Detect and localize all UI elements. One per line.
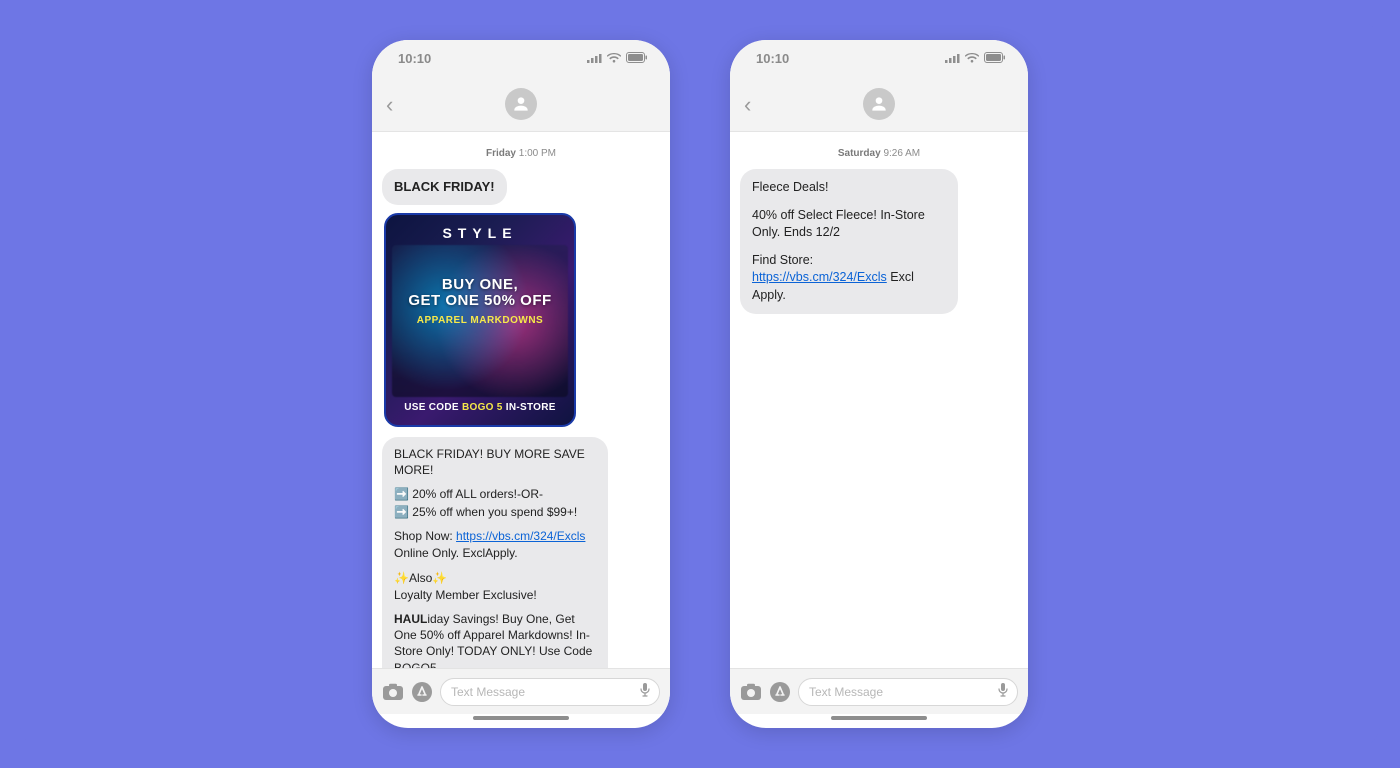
text-line: Online Only. ExclApply. (394, 545, 596, 561)
phone-left: 10:10 ‹ Friday 1:00 PM BLACK FRIDAY! STY… (372, 40, 670, 728)
promo-code-line: USE CODE BOGO 5 IN-STORE (386, 402, 574, 413)
app-store-icon[interactable] (412, 682, 432, 702)
microphone-icon[interactable] (997, 682, 1009, 701)
promo-subhead: APPAREL MARKDOWNS (386, 315, 574, 326)
timestamp: Saturday 9:26 AM (740, 148, 1018, 159)
home-indicator (372, 714, 670, 728)
promo-headline: BUY ONE, GET ONE 50% OFF (386, 277, 574, 310)
text-line: BLACK FRIDAY! BUY MORE SAVE MORE! (394, 446, 596, 478)
message-list[interactable]: Friday 1:00 PM BLACK FRIDAY! STYLE BUY O… (372, 132, 670, 668)
text-line: Loyalty Member Exclusive! (394, 587, 596, 603)
placeholder-text: Text Message (451, 685, 525, 699)
input-bar: Text Message (730, 668, 1028, 714)
status-bar: 10:10 (730, 40, 1028, 76)
cellular-signal-icon (945, 51, 960, 66)
message-bubble: Fleece Deals! 40% off Select Fleece! In-… (740, 169, 958, 314)
app-store-icon[interactable] (770, 682, 790, 702)
timestamp: Friday 1:00 PM (382, 148, 660, 159)
status-icons (587, 51, 648, 66)
message-bubble: BLACK FRIDAY! BUY MORE SAVE MORE! ➡️ 20%… (382, 437, 608, 668)
message-bubble: BLACK FRIDAY! (382, 169, 507, 205)
microphone-icon[interactable] (639, 682, 651, 701)
nav-bar: ‹ (730, 76, 1028, 132)
avatar[interactable] (505, 88, 537, 120)
status-time: 10:10 (398, 51, 431, 66)
battery-icon (626, 51, 648, 66)
camera-icon[interactable] (382, 683, 404, 701)
avatar[interactable] (863, 88, 895, 120)
text-line: ➡️ 25% off when you spend $99+! (394, 504, 596, 520)
text-line: ✨Also✨ (394, 570, 596, 586)
input-bar: Text Message (372, 668, 670, 714)
message-title: BLACK FRIDAY! (394, 179, 495, 194)
status-time: 10:10 (756, 51, 789, 66)
message-list[interactable]: Saturday 9:26 AM Fleece Deals! 40% off S… (730, 132, 1028, 668)
back-icon[interactable]: ‹ (386, 94, 393, 116)
home-indicator (730, 714, 1028, 728)
phone-right: 10:10 ‹ Saturday 9:26 AM Fleece Deals! 4… (730, 40, 1028, 728)
mms-promo-image[interactable]: STYLE BUY ONE, GET ONE 50% OFF APPAREL M… (384, 213, 576, 427)
find-store-link[interactable]: https://vbs.cm/324/Excls (752, 270, 887, 284)
nav-bar: ‹ (372, 76, 670, 132)
text-line: Find Store: https://vbs.cm/324/Excls Exc… (752, 252, 946, 305)
text-line: 40% off Select Fleece! In-Store Only. En… (752, 207, 946, 242)
wifi-icon (965, 51, 979, 66)
back-icon[interactable]: ‹ (744, 94, 751, 116)
message-input[interactable]: Text Message (798, 678, 1018, 706)
wifi-icon (607, 51, 621, 66)
text-line: Fleece Deals! (752, 179, 946, 197)
camera-icon[interactable] (740, 683, 762, 701)
text-line: Shop Now: https://vbs.cm/324/Excls (394, 528, 596, 544)
message-input[interactable]: Text Message (440, 678, 660, 706)
placeholder-text: Text Message (809, 685, 883, 699)
status-icons (945, 51, 1006, 66)
cellular-signal-icon (587, 51, 602, 66)
promo-logo: STYLE (442, 225, 517, 241)
shop-now-link[interactable]: https://vbs.cm/324/Excls (456, 529, 585, 543)
canvas: 10:10 ‹ Friday 1:00 PM BLACK FRIDAY! STY… (20, 20, 1380, 748)
battery-icon (984, 51, 1006, 66)
text-line: ➡️ 20% off ALL orders!-OR- (394, 486, 596, 502)
text-line: HAULiday Savings! Buy One, Get One 50% o… (394, 611, 596, 668)
status-bar: 10:10 (372, 40, 670, 76)
